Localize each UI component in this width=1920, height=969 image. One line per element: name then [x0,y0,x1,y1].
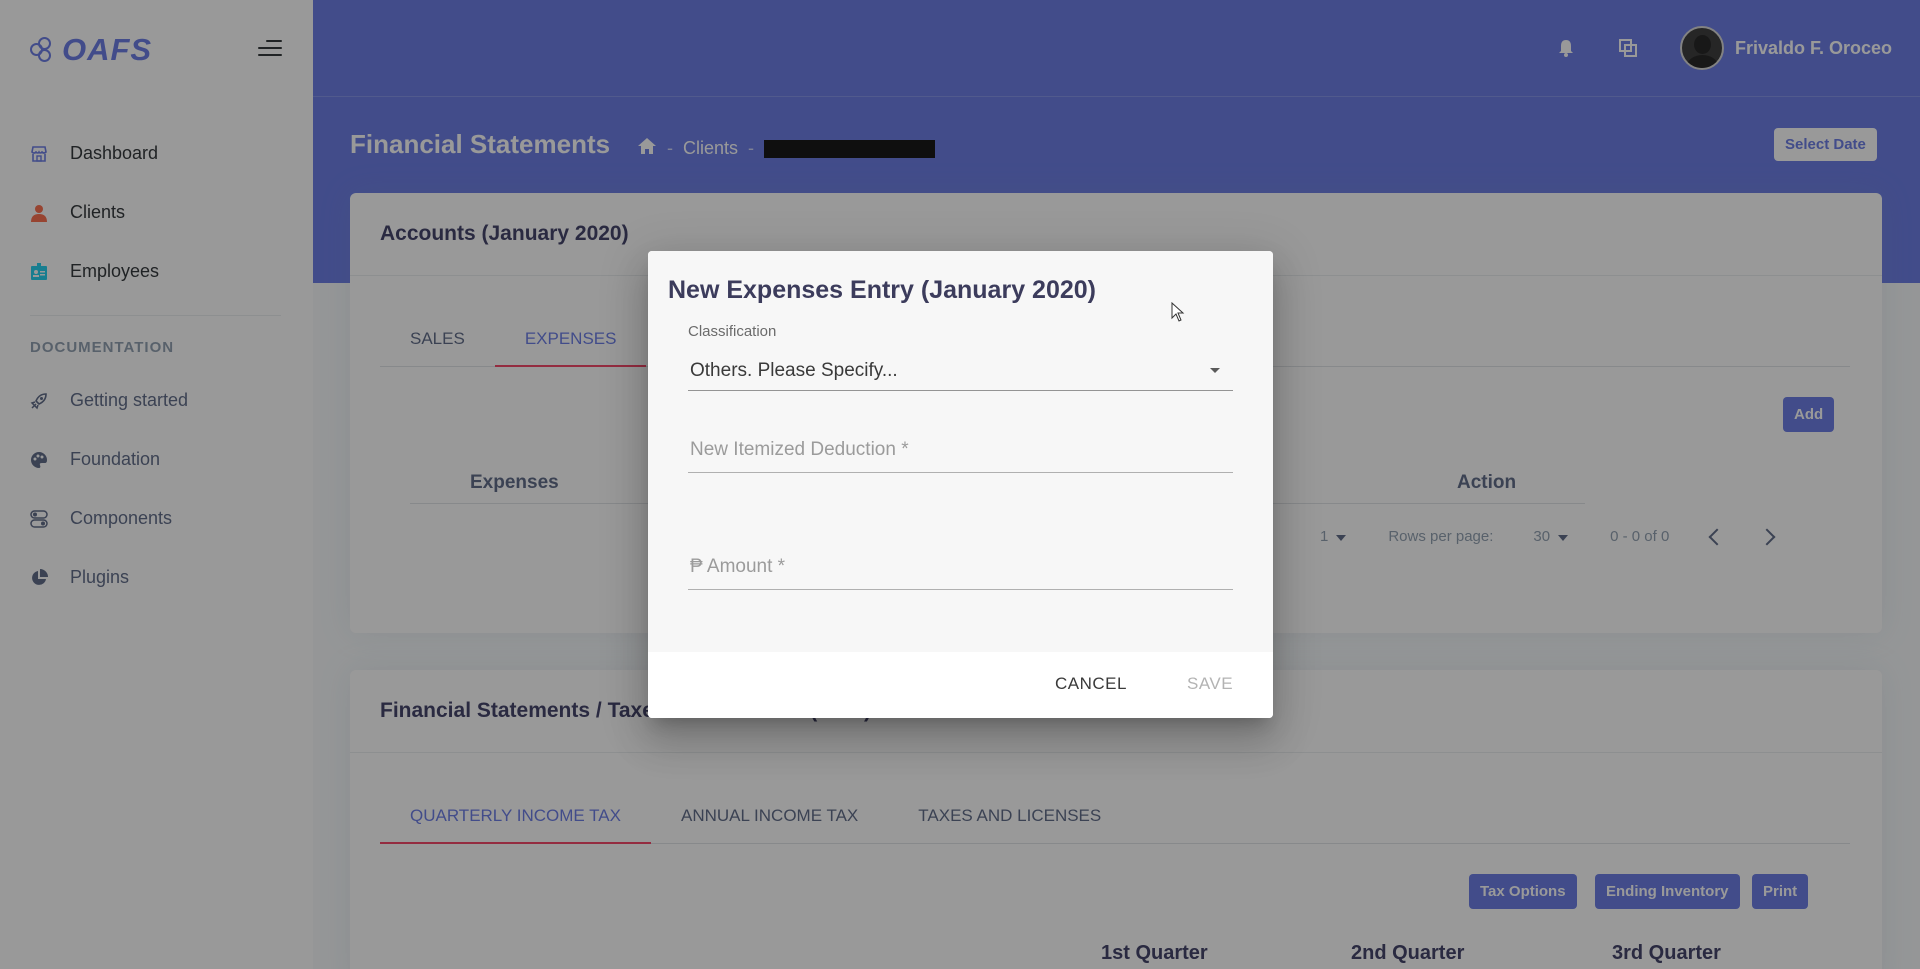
dialog-actions: CANCEL SAVE [648,652,1273,718]
cancel-button[interactable]: CANCEL [1055,674,1127,694]
classification-value: Others. Please Specify... [690,359,898,381]
itemized-deduction-field[interactable]: New Itemized Deduction * [688,428,1233,473]
amount-field[interactable]: ₱ Amount * [688,545,1233,590]
caret-down-icon [1210,368,1220,373]
amount-input[interactable]: ₱ Amount * [688,545,1233,590]
itemized-deduction-input[interactable]: New Itemized Deduction * [688,428,1233,473]
dialog-title: New Expenses Entry (January 2020) [668,276,1096,304]
classification-field: Classification Others. Please Specify... [688,323,1233,391]
mouse-cursor-icon [1171,301,1185,327]
classification-select[interactable]: Others. Please Specify... [688,351,1233,391]
classification-label: Classification [688,323,777,340]
save-button[interactable]: SAVE [1187,674,1233,694]
